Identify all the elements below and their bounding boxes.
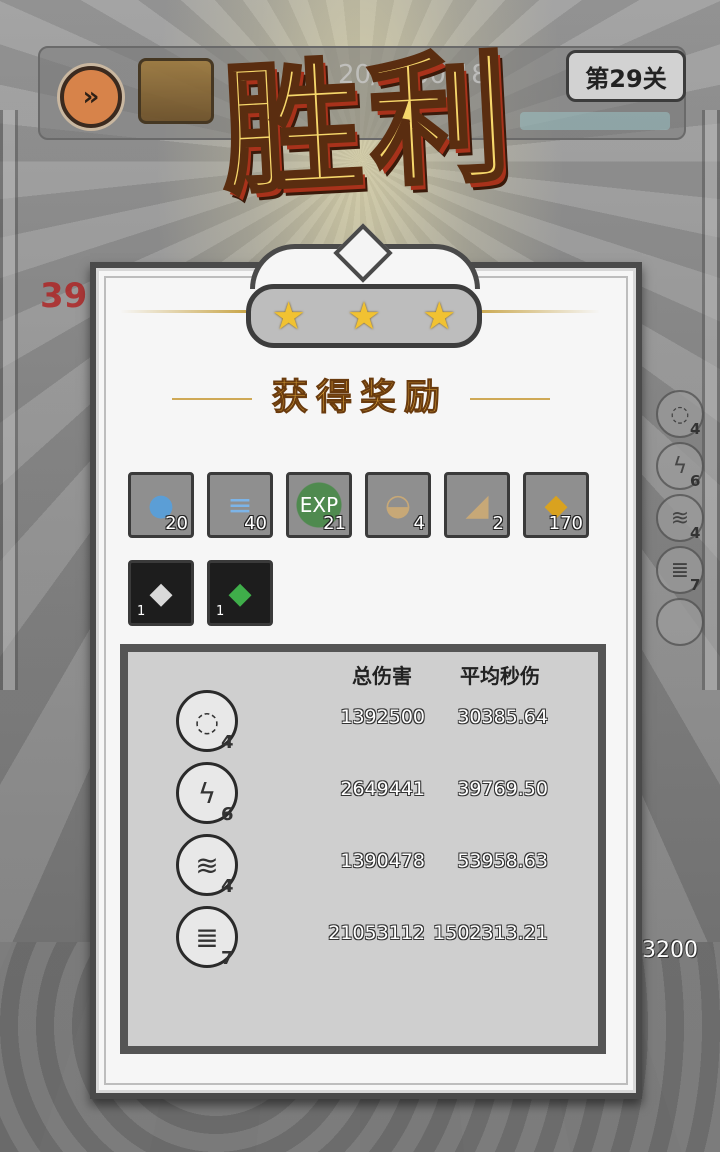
skill-level: 4 (221, 732, 234, 753)
rewards-title: 获得奖励 (271, 376, 448, 419)
reward-count: 40 (244, 513, 267, 534)
side-skill-level: 7 (690, 576, 701, 594)
total-damage-value: 1392500 (340, 706, 425, 728)
reward-item[interactable]: EXP 21 (286, 472, 352, 538)
average-dps-value: 30385.64 (457, 706, 548, 728)
star-icon: ★ (346, 294, 382, 338)
total-damage-value: 2649441 (340, 778, 425, 800)
reward-item[interactable]: ◆ 1 (128, 560, 194, 626)
hud-progress-bar (520, 112, 670, 130)
fast-forward-icon: » (82, 82, 100, 112)
reward-count: 1 (216, 604, 225, 619)
reward-item[interactable]: ◒ 4 (365, 472, 431, 538)
reward-item[interactable]: ● 20 (128, 472, 194, 538)
star-rating: ★ ★ ★ (246, 284, 482, 348)
total-damage-value: 1390478 (340, 850, 425, 872)
stars-divider-right (474, 310, 600, 313)
average-dps-value: 1502313.21 (433, 922, 548, 944)
stars-divider-left (120, 310, 246, 313)
reward-item[interactable]: ◆ 1 (207, 560, 273, 626)
side-skill-level: 6 (690, 472, 701, 490)
reward-item[interactable]: ◢ 2 (444, 472, 510, 538)
column-header-total-damage: 总伤害 (352, 664, 412, 688)
fast-forward-button[interactable]: » (60, 66, 122, 128)
empty-skill-slot-icon (656, 598, 704, 646)
average-dps-value: 53958.63 (457, 850, 548, 872)
side-skill-level: 4 (690, 524, 701, 542)
total-damage-value: 21053112 (328, 922, 425, 944)
level-badge: 第29关 (566, 50, 686, 102)
column-header-average-dps: 平均秒伤 (460, 664, 540, 688)
reward-count: 21 (323, 513, 346, 534)
star-icon: ★ (422, 294, 457, 338)
skill-level: 4 (221, 876, 234, 897)
reward-count: 4 (413, 513, 425, 534)
average-dps-value: 39769.50 (457, 778, 548, 800)
reward-count: 170 (548, 513, 583, 534)
skill-level: 7 (221, 948, 234, 969)
star-icon: ★ (271, 294, 306, 338)
reward-count: 2 (492, 513, 504, 534)
side-skill-level: 4 (690, 420, 701, 438)
background-damage-number: 39 (40, 276, 88, 316)
reward-count: 20 (165, 513, 188, 534)
reward-count: 1 (137, 604, 146, 619)
reward-item[interactable]: ≡ 40 (207, 472, 273, 538)
background-hp-number: 3200 (642, 938, 698, 963)
skill-level: 6 (221, 804, 234, 825)
victory-title: 胜利 (215, 33, 523, 216)
reward-item[interactable]: ◆ 170 (523, 472, 589, 538)
